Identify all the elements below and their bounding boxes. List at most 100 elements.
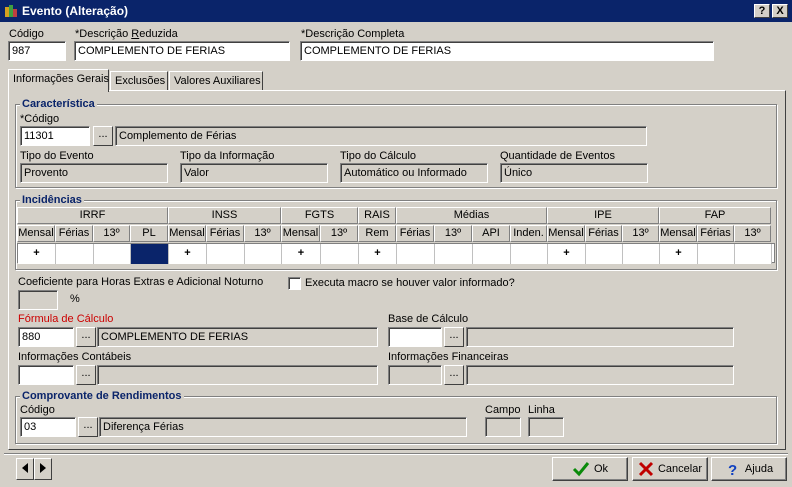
- incidencia-cell[interactable]: +: [282, 244, 321, 264]
- cancelar-button[interactable]: Cancelar: [632, 457, 708, 481]
- incidencia-cell[interactable]: +: [18, 244, 56, 264]
- financeiras-lookup-button[interactable]: ...: [444, 365, 464, 385]
- incidencia-column-header: Rem: [358, 225, 396, 242]
- incidencia-cell[interactable]: [473, 244, 511, 264]
- executa-macro-checkbox[interactable]: [288, 277, 301, 290]
- tab-exclusoes[interactable]: Exclusões: [110, 71, 168, 91]
- incidencia-column-header: Férias: [396, 225, 434, 242]
- incidencia-column-header: Inden.: [510, 225, 547, 242]
- coeficiente-input[interactable]: [18, 290, 58, 310]
- incidencia-column-header: 13º: [320, 225, 358, 242]
- incidencia-column-header: 13º: [434, 225, 472, 242]
- comp-codigo-desc: Diferença Férias: [99, 417, 467, 437]
- caracteristica-title: Característica: [20, 98, 97, 110]
- desc-reduzida-input[interactable]: COMPLEMENTO DE FERIAS: [74, 41, 290, 61]
- car-codigo-desc: Complemento de Férias: [115, 126, 647, 146]
- contabeis-input[interactable]: [18, 365, 74, 385]
- incidencia-cell[interactable]: [511, 244, 548, 264]
- formula-input[interactable]: 880: [18, 327, 74, 347]
- incidencia-group-header: RAIS: [358, 207, 396, 224]
- car-codigo-input[interactable]: 11301: [20, 126, 90, 146]
- executa-macro-label: Executa macro se houver valor informado?: [305, 277, 515, 289]
- base-calculo-desc: [466, 327, 734, 347]
- arrow-right-icon: [40, 463, 46, 473]
- formula-lookup-button[interactable]: ...: [76, 327, 96, 347]
- bottom-separator: [4, 453, 788, 455]
- incidencia-cell[interactable]: [207, 244, 245, 264]
- linha-label: Linha: [528, 404, 555, 416]
- ok-label: Ok: [593, 463, 609, 475]
- financeiras-label: Informações Financeiras: [388, 351, 509, 363]
- incidencia-cell[interactable]: +: [660, 244, 698, 264]
- tab-informacoes-gerais[interactable]: Informações Gerais: [8, 69, 109, 92]
- contabeis-lookup-button[interactable]: ...: [76, 365, 96, 385]
- incidencia-cell[interactable]: +: [359, 244, 397, 264]
- desc-completa-input[interactable]: COMPLEMENTO DE FERIAS: [300, 41, 714, 61]
- incidencia-cell[interactable]: [94, 244, 131, 264]
- incidencia-column-header: Férias: [55, 225, 93, 242]
- close-button[interactable]: X: [772, 4, 788, 18]
- base-calculo-label: Base de Cálculo: [388, 313, 469, 325]
- incidencia-cell[interactable]: +: [548, 244, 586, 264]
- incidencia-column-header: PL: [130, 225, 168, 242]
- campo-input[interactable]: [485, 417, 521, 437]
- campo-label: Campo: [485, 404, 521, 416]
- incidencia-column-header: Mensal: [168, 225, 206, 242]
- financeiras-desc: [466, 365, 734, 385]
- incidencia-cell[interactable]: +: [169, 244, 207, 264]
- incidencia-column-header: Mensal: [281, 225, 320, 242]
- incidencia-cell[interactable]: [435, 244, 473, 264]
- window-title: Evento (Alteração): [22, 4, 129, 18]
- tab-valores-auxiliares[interactable]: Valores Auxiliares: [169, 71, 263, 91]
- cancelar-label: Cancelar: [657, 463, 703, 475]
- incidencia-group-header: Médias: [396, 207, 547, 224]
- tipo-informacao-value: Valor: [180, 163, 328, 183]
- incidencia-column-header: Férias: [697, 225, 734, 242]
- comp-codigo-lookup-button[interactable]: ...: [78, 417, 98, 437]
- contabeis-desc: [97, 365, 378, 385]
- ajuda-button[interactable]: ? Ajuda: [711, 457, 787, 481]
- coeficiente-unit: %: [70, 293, 80, 305]
- incidencia-cell[interactable]: [56, 244, 94, 264]
- financeiras-input[interactable]: [388, 365, 442, 385]
- codigo-input[interactable]: 987: [8, 41, 66, 61]
- tipo-evento-value: Provento: [20, 163, 168, 183]
- ok-button[interactable]: Ok: [552, 457, 628, 481]
- incidencia-group-header: FAP: [659, 207, 771, 224]
- question-icon: ?: [728, 462, 737, 477]
- comp-codigo-input[interactable]: 03: [20, 417, 76, 437]
- car-codigo-label: *Código: [20, 113, 60, 125]
- tipo-calculo-value: Automático ou Informado: [340, 163, 488, 183]
- incidencia-column-header: Férias: [206, 225, 244, 242]
- incidencia-group-header: INSS: [168, 207, 281, 224]
- codigo-label: Código: [9, 28, 44, 40]
- prev-record-button[interactable]: [16, 458, 34, 480]
- formula-label: Fórmula de Cálculo: [18, 313, 114, 325]
- incidencia-column-header: 13º: [622, 225, 659, 242]
- incidencia-column-header: 13º: [244, 225, 281, 242]
- help-title-button[interactable]: ?: [754, 4, 770, 18]
- ajuda-label: Ajuda: [744, 463, 774, 475]
- comprovante-title: Comprovante de Rendimentos: [20, 390, 184, 402]
- arrow-left-icon: [22, 463, 28, 473]
- next-record-button[interactable]: [34, 458, 52, 480]
- incidencia-group-header: IPE: [547, 207, 659, 224]
- incidencia-cell[interactable]: [245, 244, 282, 264]
- incidencia-column-header: Mensal: [17, 225, 55, 242]
- coeficiente-label: Coeficiente para Horas Extras e Adiciona…: [18, 276, 264, 288]
- base-calculo-input[interactable]: [388, 327, 442, 347]
- incidencia-cell[interactable]: [735, 244, 772, 264]
- formula-desc: COMPLEMENTO DE FERIAS: [97, 327, 378, 347]
- incidencia-cell[interactable]: [586, 244, 623, 264]
- base-calculo-lookup-button[interactable]: ...: [444, 327, 464, 347]
- incidencia-cell[interactable]: [397, 244, 435, 264]
- x-icon: [638, 461, 654, 477]
- incidencia-cell[interactable]: [321, 244, 359, 264]
- car-codigo-lookup-button[interactable]: ...: [93, 126, 113, 146]
- linha-input[interactable]: [528, 417, 564, 437]
- incidencias-column-headers: Mensal Férias 13º PL Mensal Férias 13º Mensal 13…: [17, 225, 775, 242]
- incidencia-cell[interactable]: [698, 244, 735, 264]
- incidencia-cell[interactable]: [131, 244, 169, 264]
- incidencia-cell[interactable]: [623, 244, 660, 264]
- check-icon: [572, 462, 590, 477]
